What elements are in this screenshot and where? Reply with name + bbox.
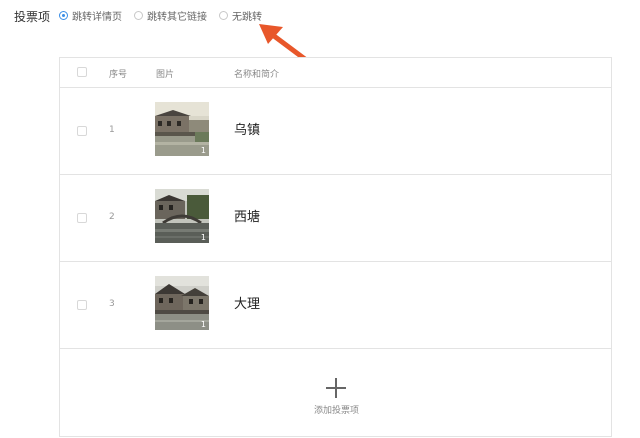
row-checkbox[interactable] — [77, 300, 87, 310]
vote-items-label: 投票项 — [14, 10, 51, 24]
table-row[interactable]: 1 1 乌镇 — [60, 87, 611, 175]
add-vote-item-button[interactable]: 添加投票项 — [60, 348, 611, 438]
row-index: 3 — [109, 299, 115, 309]
row-checkbox[interactable] — [77, 213, 87, 223]
table-row[interactable]: 3 1 大理 — [60, 261, 611, 349]
table-row[interactable]: 2 1 西塘 — [60, 174, 611, 262]
radio-checked-icon[interactable] — [59, 11, 68, 20]
image-count-badge: 1 — [200, 146, 206, 155]
radio-label-jump-other-link: 跳转其它链接 — [147, 12, 207, 23]
plus-icon[interactable] — [326, 378, 346, 398]
row-checkbox[interactable] — [77, 126, 87, 136]
image-count-badge: 1 — [200, 320, 206, 329]
table-header: 序号 图片 名称和简介 — [60, 58, 611, 88]
item-name: 西塘 — [234, 210, 261, 225]
jump-option-radio-group: 跳转详情页 跳转其它链接 无跳转 — [59, 8, 274, 23]
row-index: 1 — [109, 125, 115, 135]
vote-items-table: 序号 图片 名称和简介 1 1 乌镇 2 1 西塘 3 1 大理 添加投票项 — [59, 57, 612, 437]
radio-unchecked-icon[interactable] — [134, 11, 143, 20]
add-vote-item-label: 添加投票项 — [313, 406, 359, 416]
radio-label-jump-detail: 跳转详情页 — [72, 12, 122, 23]
item-name: 乌镇 — [234, 123, 261, 138]
row-index: 2 — [109, 212, 115, 222]
radio-jump-other-link[interactable]: 跳转其它链接 — [134, 8, 207, 23]
row-thumbnail-image[interactable]: 1 — [155, 102, 209, 156]
radio-unchecked-icon[interactable] — [219, 11, 228, 20]
row-thumbnail-image[interactable]: 1 — [155, 276, 209, 330]
header-image: 图片 — [156, 70, 175, 80]
header-name-intro: 名称和简介 — [234, 70, 280, 80]
item-name: 大理 — [234, 297, 261, 312]
header-index: 序号 — [109, 70, 128, 80]
image-count-badge: 1 — [200, 233, 206, 242]
select-all-checkbox[interactable] — [77, 67, 87, 77]
radio-jump-detail[interactable]: 跳转详情页 — [59, 8, 122, 23]
row-thumbnail-image[interactable]: 1 — [155, 189, 209, 243]
